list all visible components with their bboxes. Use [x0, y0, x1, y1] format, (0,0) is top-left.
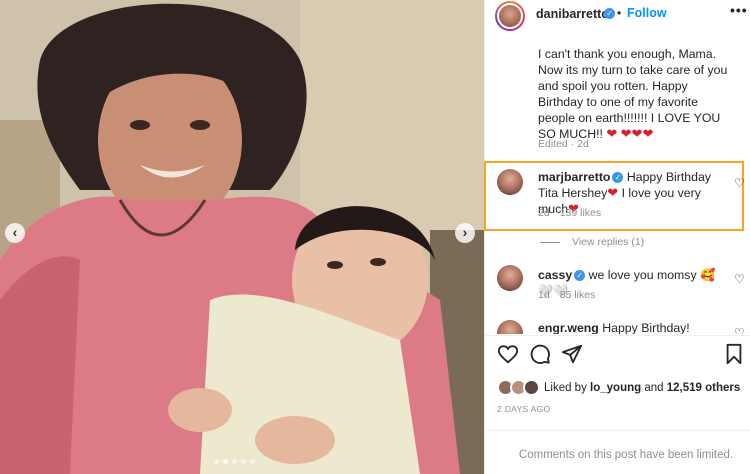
hearts-emoji-icon: ❤❤❤	[620, 126, 654, 141]
action-bar	[485, 343, 750, 369]
next-photo-button[interactable]: ›	[455, 223, 475, 243]
like-comment-heart-icon[interactable]: ♡	[734, 176, 745, 190]
author-avatar[interactable]	[495, 1, 525, 31]
carousel-dot	[214, 459, 219, 464]
caption-meta: Edited · 2d	[538, 138, 589, 150]
follow-button[interactable]: Follow	[627, 6, 667, 20]
like-heart-icon[interactable]	[497, 343, 519, 365]
photo-illustration	[0, 0, 484, 474]
more-options-icon[interactable]: •••	[730, 2, 748, 18]
comment-likes[interactable]: 139 likes	[560, 207, 601, 219]
carousel-dot	[241, 459, 246, 464]
heart-emoji-icon: ❤	[606, 126, 618, 141]
comment-bubble-icon[interactable]	[529, 343, 551, 365]
post-photo: ‹ ›	[0, 0, 484, 474]
comment-engr-weng: engr.weng Happy Birthday! ♡	[485, 318, 750, 334]
liked-by-count[interactable]: 12,519 others	[667, 382, 741, 394]
comment-content: engr.weng Happy Birthday!	[538, 320, 728, 334]
commenter-avatar[interactable]	[497, 169, 523, 195]
commenter-avatar[interactable]	[497, 265, 523, 291]
share-paper-plane-icon[interactable]	[561, 343, 583, 365]
post-caption: I can't thank you enough, Mama. Now its …	[538, 46, 733, 142]
post-date[interactable]: 2 DAYS AGO	[497, 404, 550, 414]
like-comment-heart-icon[interactable]: ♡	[734, 272, 745, 286]
liked-by-middle: and	[641, 382, 667, 394]
liked-by-text: Liked by lo_young and 12,519 others	[544, 382, 740, 394]
liked-by-prefix: Liked by	[544, 382, 591, 394]
like-comment-heart-icon[interactable]: ♡	[734, 326, 745, 334]
comment-meta: 1d 85 likes	[538, 289, 595, 301]
liked-by-user[interactable]: lo_young	[590, 382, 641, 394]
post-header: danibarretto ✓ • Follow •••	[485, 0, 750, 31]
comment-username[interactable]: marjbarretto	[538, 170, 610, 184]
comment-time: 1d	[538, 289, 550, 301]
carousel-dot	[232, 459, 237, 464]
comment-username[interactable]: cassy	[538, 268, 572, 282]
carousel-dot	[250, 459, 255, 464]
comment-time: 2d	[538, 207, 550, 219]
comment-text: we love you momsy	[585, 268, 701, 282]
view-replies-label: View replies (1)	[572, 236, 645, 248]
view-replies-button[interactable]: View replies (1)	[540, 236, 644, 248]
verified-badge-icon: ✓	[574, 270, 586, 282]
header-separator: •	[617, 6, 622, 20]
verified-badge-icon: ✓	[612, 172, 624, 184]
comment-text: Happy Birthday!	[598, 321, 690, 334]
carousel-dots	[214, 459, 255, 464]
liker-avatars[interactable]	[497, 379, 545, 397]
divider	[485, 335, 750, 336]
comments-limited-notice: Comments on this post have been limited.	[518, 449, 734, 461]
heart-emoji-icon: ❤	[607, 185, 619, 200]
save-bookmark-icon[interactable]	[723, 343, 745, 365]
comment-meta: 2d 139 likes	[538, 207, 601, 219]
author-username[interactable]: danibarretto	[536, 7, 609, 21]
verified-badge-icon: ✓	[604, 8, 615, 19]
previous-photo-button[interactable]: ‹	[5, 223, 25, 243]
comment-username[interactable]: engr.weng	[538, 321, 599, 334]
divider	[485, 430, 750, 431]
comment-likes[interactable]: 85 likes	[560, 289, 596, 301]
carousel-dot-active	[223, 459, 228, 464]
post-side-panel: danibarretto ✓ • Follow ••• I can't than…	[484, 0, 750, 474]
commenter-avatar[interactable]	[497, 320, 523, 334]
